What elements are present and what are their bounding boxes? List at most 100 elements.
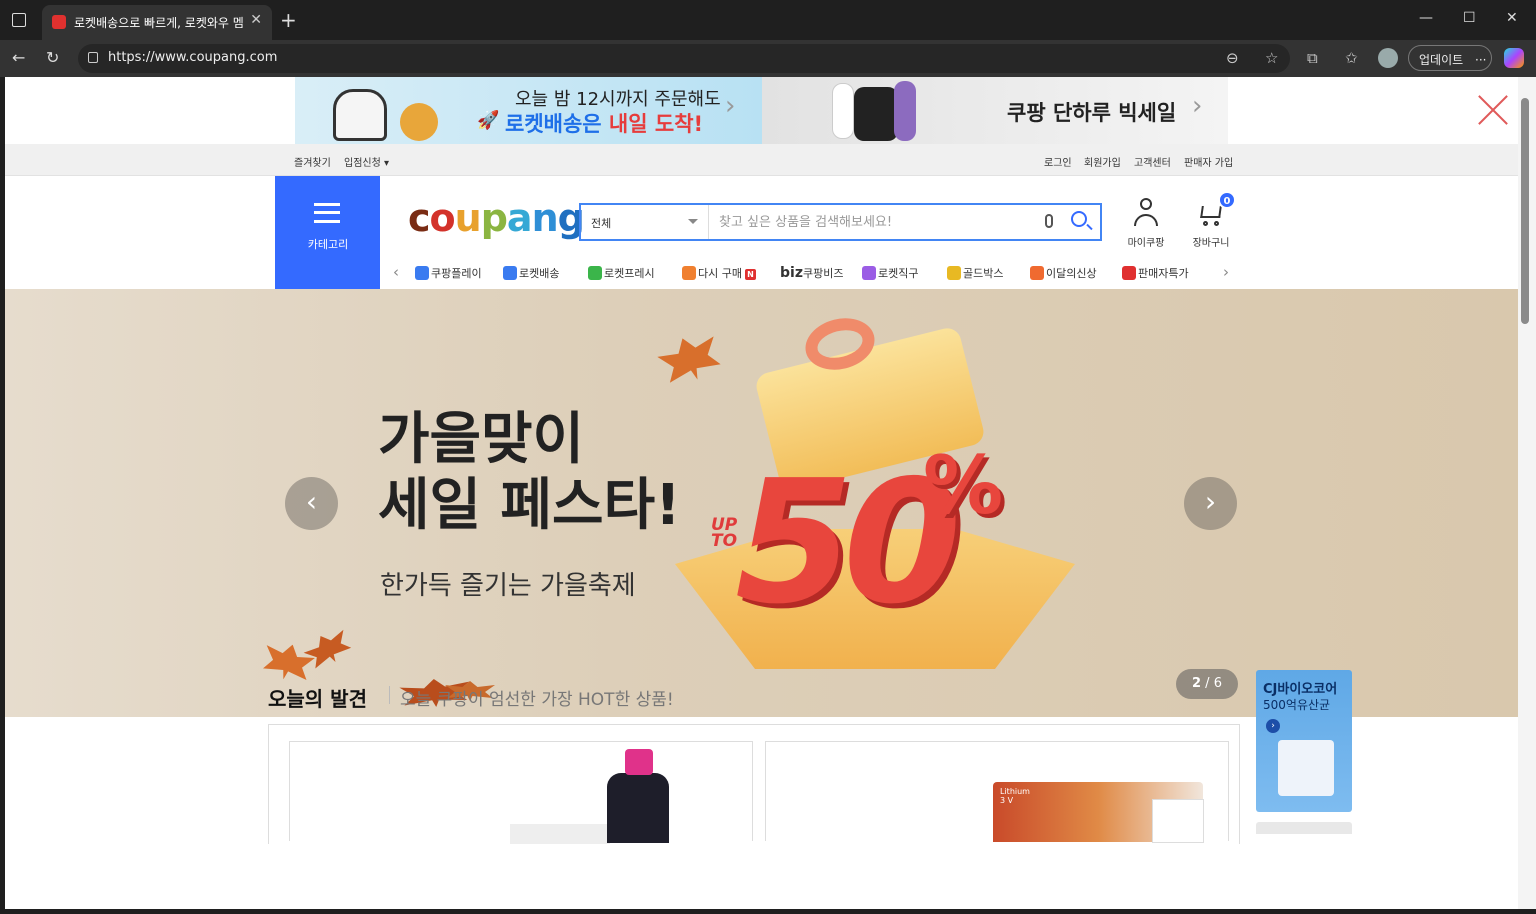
scroll-thumb[interactable]: [1521, 98, 1529, 324]
rocket-fresh-icon: [588, 266, 602, 280]
category-label: 카테고리: [307, 238, 349, 251]
probiotic-product-image: [1278, 740, 1334, 796]
seller-apply-link[interactable]: 입점신청 ▾: [344, 154, 389, 169]
my-coupang-button[interactable]: 마이쿠팡: [1121, 198, 1171, 249]
hero-discount-number: 50: [735, 444, 962, 642]
global-icon: [862, 266, 876, 280]
nav-item[interactable]: 골드박스: [947, 265, 1003, 281]
logo-letter: u: [454, 196, 482, 240]
site-header: 카테고리 coupang 전체 마이쿠팡 장바구니 0 ‹ 쿠팡플레이 로켓배송 로…: [5, 176, 1518, 289]
rocket-delivery-banner[interactable]: 오늘 밤 12시까지 주문해도 🚀 로켓배송은 내일 도착! ›: [295, 77, 762, 144]
copilot-icon[interactable]: [1504, 48, 1524, 68]
seller-join-link[interactable]: 판매자 가입: [1184, 154, 1233, 169]
category-button[interactable]: 카테고리: [275, 176, 380, 289]
detergent-product-image: [854, 87, 898, 141]
nav-item[interactable]: 로켓프레시: [588, 265, 655, 281]
tab-close-icon[interactable]: ✕: [250, 12, 262, 28]
update-button[interactable]: 업데이트 ···: [1408, 45, 1492, 71]
biz-icon: biz: [780, 265, 803, 281]
search-icon[interactable]: [1071, 211, 1087, 227]
minimize-icon[interactable]: —: [1419, 10, 1433, 26]
logo-letter: a: [506, 196, 533, 240]
nav-item-label: 로켓프레시: [604, 267, 655, 280]
nav-prev-icon[interactable]: ‹: [393, 263, 399, 281]
extensions-icon[interactable]: ⧉: [1307, 49, 1318, 67]
login-link[interactable]: 로그인: [1044, 154, 1072, 169]
logo-letter: c: [408, 196, 431, 240]
pear-product-image: [400, 103, 438, 141]
sidebar-toggle-icon[interactable]: [12, 13, 26, 27]
nav-item[interactable]: 로켓직구: [862, 265, 918, 281]
person-icon: [1133, 198, 1159, 230]
close-banner-icon[interactable]: [1477, 94, 1509, 126]
logo-letter: o: [429, 196, 456, 240]
favorite-star-icon[interactable]: ☆: [1265, 49, 1278, 67]
maple-leaf-image: [301, 625, 356, 674]
new-badge: N: [744, 269, 756, 280]
site-info-icon[interactable]: [88, 52, 98, 63]
nav-item[interactable]: 이달의신상: [1030, 265, 1097, 281]
nav-item[interactable]: 쿠팡플레이: [415, 265, 482, 281]
battery-package-image: [1152, 799, 1204, 843]
maximize-icon[interactable]: ☐: [1463, 10, 1476, 26]
nav-item-label: 쿠팡플레이: [431, 267, 482, 280]
today-section-subtitle: 오늘 쿠팡이 엄선한 가장 HOT한 상품!: [400, 690, 674, 710]
new-icon: [1030, 266, 1044, 280]
maple-leaf-image: [654, 328, 725, 390]
browser-tab-active[interactable]: 로켓배송으로 빠르게, 로켓와우 멤 ✕: [42, 5, 272, 40]
nav-item[interactable]: 판매자특가: [1122, 265, 1189, 281]
cart-label: 장바구니: [1192, 238, 1230, 249]
url-text: https://www.coupang.com: [108, 50, 278, 65]
microphone-icon[interactable]: [1045, 214, 1053, 228]
logo-letter: p: [480, 196, 508, 240]
hero-upto: UP TO: [711, 515, 738, 551]
product-box-image: [510, 824, 610, 844]
back-icon[interactable]: ←: [12, 48, 25, 67]
maple-leaf-image: [259, 638, 317, 686]
nav-item[interactable]: 다시 구매 N: [682, 265, 756, 281]
hero-subtitle: 한가득 즐기는 가을축제: [380, 571, 636, 601]
nav-item-label: 골드박스: [963, 267, 1004, 280]
hero-carousel[interactable]: 가을맞이 세일 페스타! 한가득 즐기는 가을축제 UP TO 50 % ‹ ›…: [5, 289, 1518, 717]
chevron-down-icon: [688, 219, 698, 224]
top-promo-banner[interactable]: 오늘 밤 12시까지 주문해도 🚀 로켓배송은 내일 도착! › 쿠팡 단하루 …: [295, 77, 1228, 144]
customer-center-link[interactable]: 고객센터: [1134, 154, 1171, 169]
browser-tabbar: 로켓배송으로 빠르게, 로켓와우 멤 ✕ + — ☐ ✕: [0, 0, 1536, 40]
chevron-right-icon: ›: [1192, 91, 1203, 121]
carousel-next-button[interactable]: ›: [1184, 477, 1237, 530]
bookmark-link[interactable]: 즐겨찾기: [294, 154, 331, 169]
favorites-list-icon[interactable]: ✩: [1345, 49, 1358, 67]
tube-product-image: [832, 83, 854, 139]
side-ad-banner[interactable]: CJ바이오코어 500억유산균 ›: [1256, 670, 1352, 812]
new-tab-icon[interactable]: +: [280, 8, 297, 32]
battery-label: Lithium 3 V: [1000, 787, 1030, 805]
nav-item[interactable]: 로켓배송: [503, 265, 559, 281]
carousel-prev-button[interactable]: ‹: [285, 477, 338, 530]
reader-icon[interactable]: ⊖: [1226, 49, 1239, 67]
coupang-logo[interactable]: coupang: [408, 196, 585, 240]
reload-icon[interactable]: ↻: [46, 48, 59, 67]
more-menu-icon[interactable]: ···: [1475, 53, 1486, 67]
update-label: 업데이트: [1419, 53, 1464, 67]
search-box: 전체: [579, 203, 1102, 241]
profile-avatar[interactable]: [1378, 48, 1398, 68]
url-field[interactable]: https://www.coupang.com: [78, 44, 1290, 73]
today-section-title: 오늘의 발견: [268, 687, 367, 711]
carousel-pager: 2 / 6: [1176, 669, 1238, 699]
nav-item[interactable]: biz쿠팡비즈: [780, 265, 843, 281]
logo-letter: n: [531, 196, 559, 240]
search-category-select[interactable]: 전체: [581, 205, 709, 239]
cart-count-badge: 0: [1218, 191, 1236, 209]
quick-nav: ‹ 쿠팡플레이 로켓배송 로켓프레시 다시 구매 N biz쿠팡비즈 로켓직구 골드박스 이달의…: [385, 263, 1245, 285]
signup-link[interactable]: 회원가입: [1084, 154, 1121, 169]
search-input[interactable]: [709, 205, 1039, 239]
address-bar: ← ↻ https://www.coupang.com ⊖ ☆ ⧉ ✩ 업데이트…: [0, 40, 1536, 77]
nav-next-icon[interactable]: ›: [1223, 263, 1229, 281]
side-ad-title: CJ바이오코어: [1263, 682, 1338, 697]
nav-item-label: 판매자특가: [1138, 267, 1189, 280]
play-icon: [415, 266, 429, 280]
window-close-icon[interactable]: ✕: [1506, 10, 1518, 26]
nav-item-label: 로켓직구: [878, 267, 919, 280]
big-sale-banner[interactable]: 쿠팡 단하루 빅세일 ›: [762, 77, 1228, 144]
side-ad-banner[interactable]: [1256, 822, 1352, 834]
